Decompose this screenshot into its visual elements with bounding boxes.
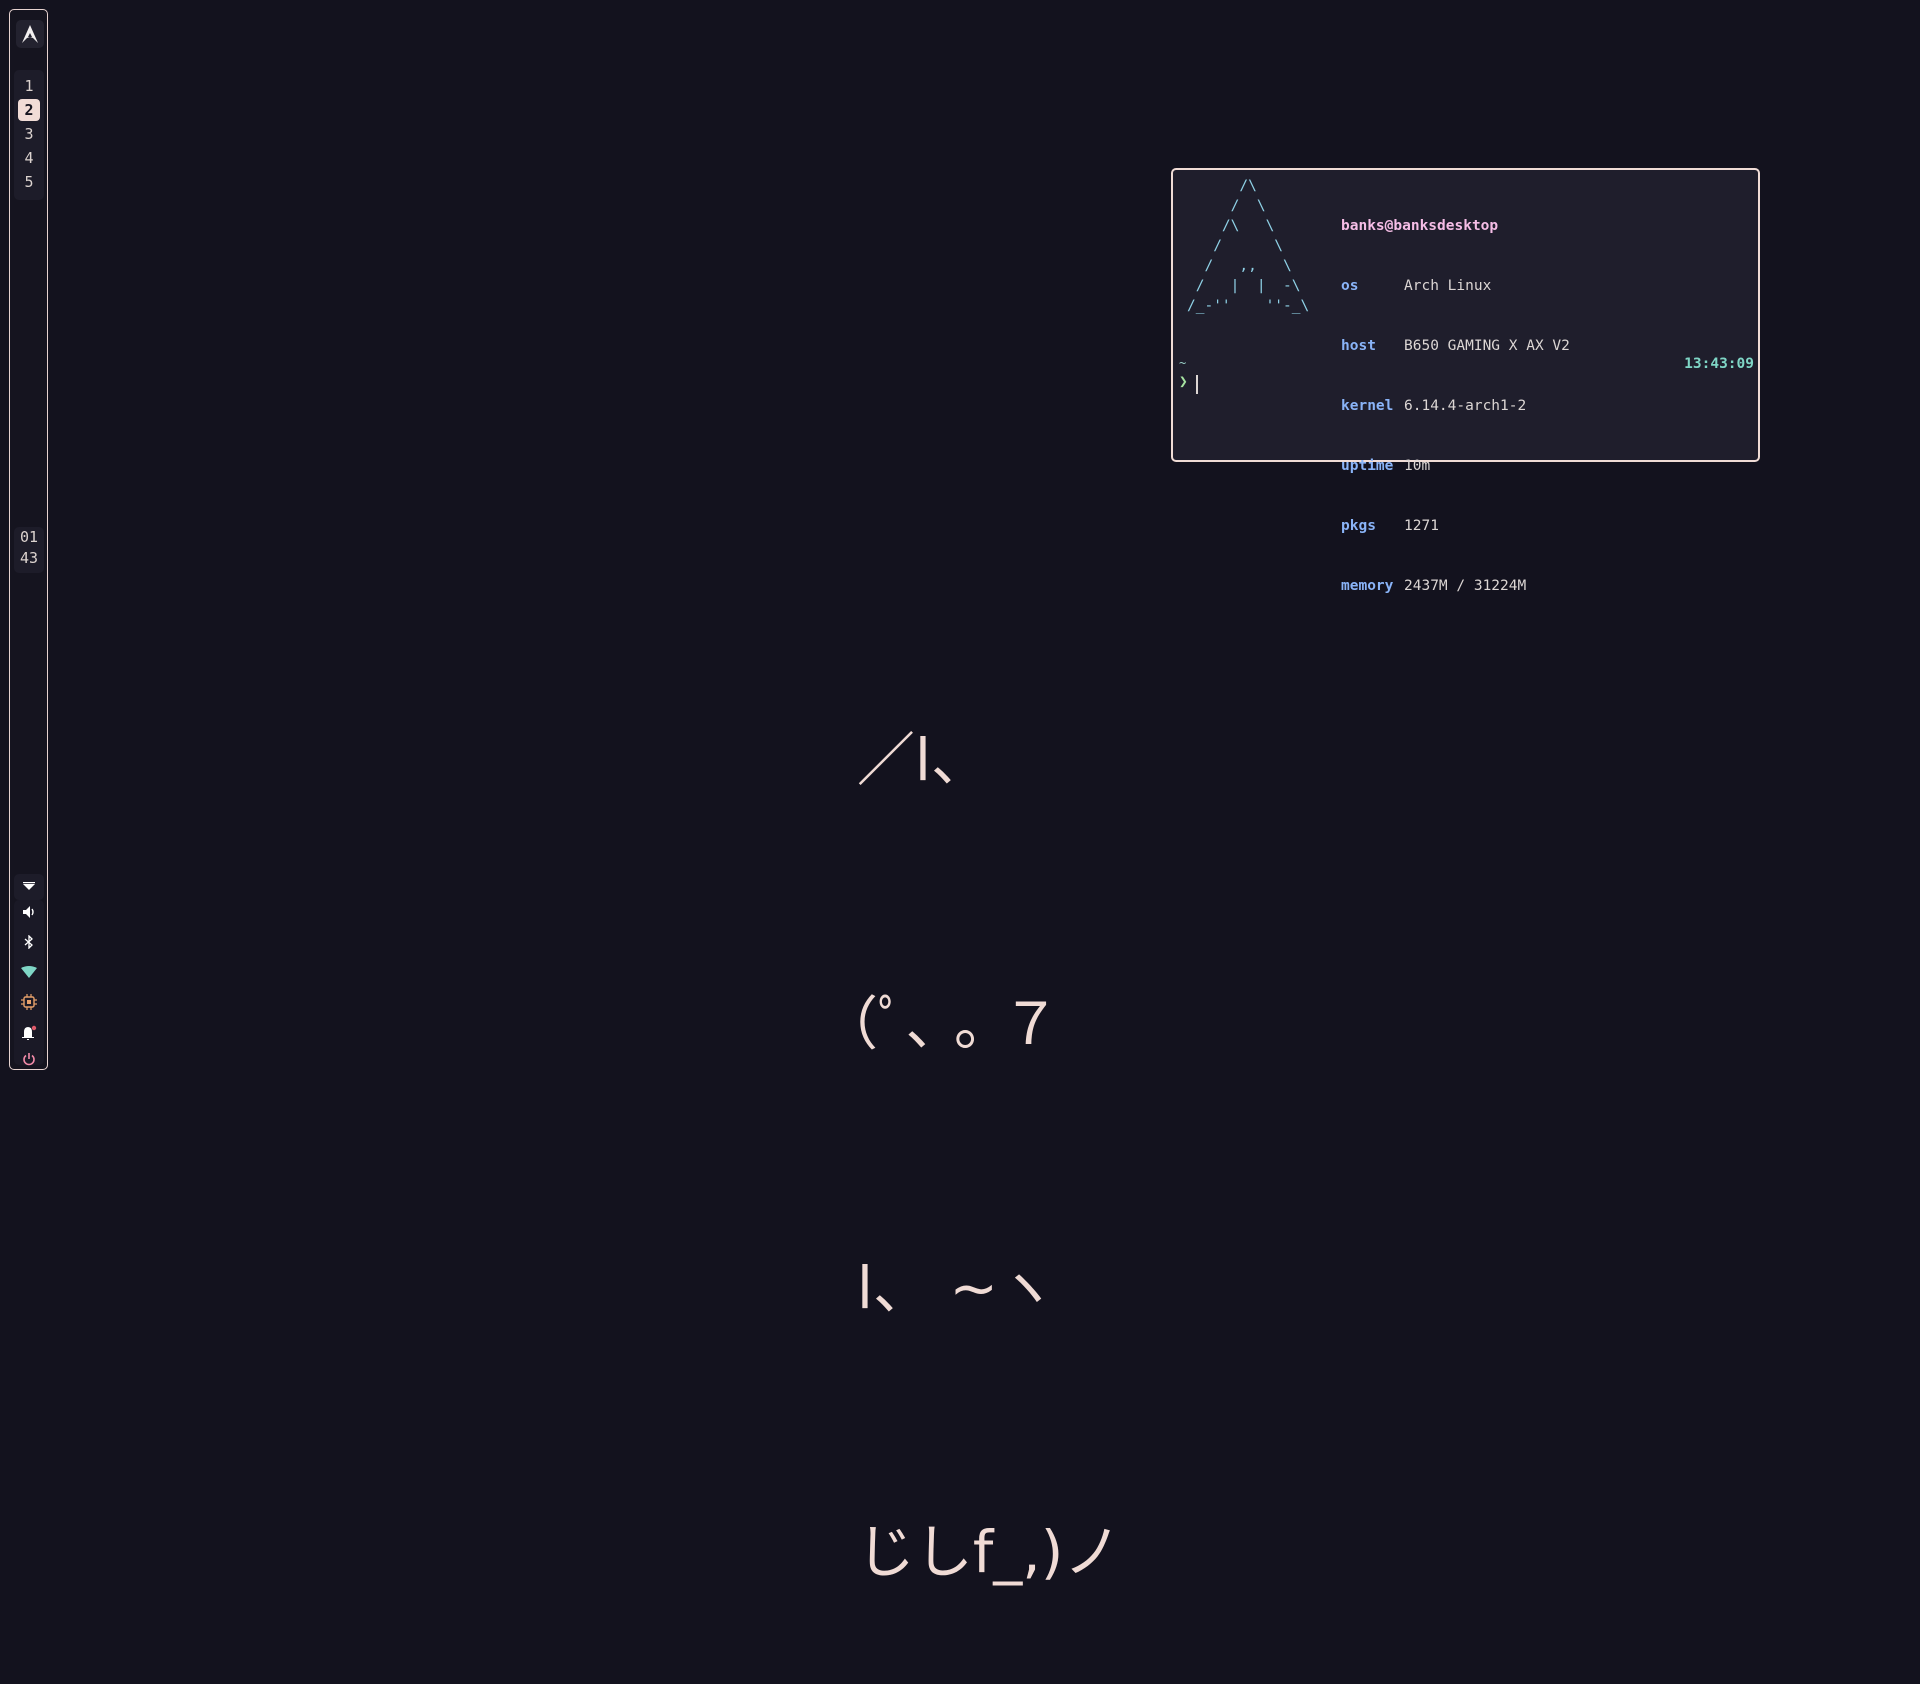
- info-key: host: [1341, 338, 1376, 354]
- text-cursor[interactable]: [1196, 375, 1198, 394]
- terminal-window[interactable]: /\ / \ /\ \ / \ / ,, \ / | | -\ /_-'' ''…: [1171, 168, 1760, 594]
- clock-minute: 43: [19, 549, 39, 567]
- system-tray: [14, 900, 44, 1066]
- notification-bell-icon[interactable]: [19, 1023, 39, 1043]
- info-value: B650 GAMING X AX V2: [1404, 338, 1570, 354]
- kaomoji-line: l、 ~ヽ: [820, 1254, 1057, 1322]
- workspace-4[interactable]: 4: [18, 147, 40, 169]
- wallpaper-kaomoji: ／l、 （ﾟ､ ｡ ７ l、 ~ヽ じしf_,)ノ: [820, 540, 1121, 1684]
- prompt-cwd: ~: [1179, 356, 1187, 370]
- workspace-2[interactable]: 2: [18, 99, 40, 121]
- info-key: memory: [1341, 578, 1394, 594]
- workspace-3[interactable]: 3: [18, 123, 40, 145]
- info-value: 1271: [1404, 518, 1439, 534]
- cpu-icon[interactable]: [19, 992, 39, 1012]
- info-row-uptime: uptime 10m: [1341, 456, 1570, 476]
- info-value: 6.14.4-arch1-2: [1404, 398, 1527, 414]
- info-key: uptime: [1341, 458, 1394, 474]
- power-icon[interactable]: [19, 1049, 39, 1069]
- info-row-host: host B650 GAMING X AX V2: [1341, 336, 1570, 356]
- info-key: os: [1341, 278, 1359, 294]
- fetch-info: banks@banksdesktop os Arch Linux host B6…: [1341, 176, 1570, 636]
- info-row-memory: memory 2437M / 31224M: [1341, 576, 1570, 596]
- workspace-switcher: 1 2 3 4 5: [14, 70, 44, 200]
- kaomoji-line: じしf_,)ノ: [820, 1518, 1122, 1586]
- info-key: kernel: [1341, 398, 1394, 414]
- info-value: Arch Linux: [1404, 278, 1492, 294]
- prompt-symbol: ❯: [1179, 374, 1188, 390]
- arch-ascii-logo: /\ / \ /\ \ / \ / ,, \ / | | -\ /_-'' ''…: [1187, 178, 1310, 314]
- volume-icon[interactable]: [19, 902, 39, 922]
- wifi-icon[interactable]: [19, 962, 39, 982]
- workspace-1[interactable]: 1: [18, 75, 40, 97]
- arch-logo-icon[interactable]: [16, 20, 44, 48]
- info-value: 10m: [1404, 458, 1431, 474]
- tray-expand-icon[interactable]: [14, 874, 44, 900]
- info-value: 2437M / 31224M: [1404, 578, 1527, 594]
- clock-hour: 01: [19, 528, 39, 546]
- kaomoji-line: （ﾟ､ ｡ ７: [820, 990, 1060, 1058]
- info-row-os: os Arch Linux: [1341, 276, 1570, 296]
- user-host: banks@banksdesktop: [1341, 218, 1499, 234]
- sidebar: 1 2 3 4 5 01 43: [9, 9, 48, 1070]
- info-key: pkgs: [1341, 518, 1376, 534]
- bluetooth-icon[interactable]: [19, 932, 39, 952]
- kaomoji-line: ／l、: [820, 726, 989, 794]
- info-row-pkgs: pkgs 1271: [1341, 516, 1570, 536]
- workspace-5[interactable]: 5: [18, 171, 40, 193]
- prompt-time: 13:43:09: [1684, 356, 1754, 372]
- info-row-kernel: kernel 6.14.4-arch1-2: [1341, 396, 1570, 416]
- bar-clock[interactable]: 01 43: [14, 527, 44, 573]
